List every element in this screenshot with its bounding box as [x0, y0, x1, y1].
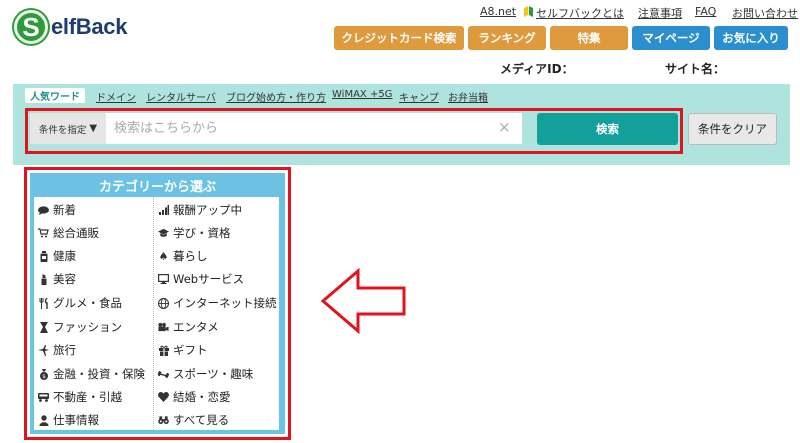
- category-label: 暮らし: [173, 249, 208, 263]
- logo-mark: S: [14, 10, 48, 44]
- category-item-travel[interactable]: 旅行: [38, 342, 76, 358]
- search-input[interactable]: [106, 113, 522, 144]
- category-item-beauty[interactable]: 美容: [38, 271, 76, 287]
- video-camera-icon: [158, 322, 169, 333]
- category-item-gourmet[interactable]: グルメ・食品: [38, 295, 122, 311]
- category-label: 仕事情報: [53, 413, 99, 427]
- selfback-logo[interactable]: S elfBack: [14, 10, 127, 44]
- category-label: 総合通販: [53, 226, 99, 240]
- category-item-gift[interactable]: ギフト: [158, 342, 208, 358]
- category-label: 金融・投資・保険: [53, 367, 145, 381]
- category-item-shopping[interactable]: 総合通販: [38, 225, 99, 241]
- gift-icon: [158, 345, 169, 356]
- lipstick-icon: [38, 273, 49, 285]
- globe-icon: [158, 297, 169, 309]
- graduation-cap-icon: [158, 228, 169, 239]
- category-label: エンタメ: [173, 320, 219, 334]
- nav-mypage[interactable]: マイページ: [632, 26, 710, 50]
- link-a8net[interactable]: A8.net: [480, 5, 516, 18]
- category-item-sports[interactable]: スポーツ・趣味: [158, 366, 253, 382]
- popular-word[interactable]: ドメイン: [96, 89, 136, 104]
- heart-icon: [158, 392, 169, 403]
- site-name-label: サイト名：: [665, 62, 726, 76]
- category-item-reward-up[interactable]: 報酬アップ中: [158, 202, 242, 218]
- category-divider: [153, 197, 154, 430]
- category-label: 美容: [53, 272, 76, 286]
- category-label: インターネット接続: [173, 296, 277, 310]
- popular-word[interactable]: ブログ始め方・作り方: [226, 89, 326, 104]
- nav-credit-card-search[interactable]: クレジットカード検索: [334, 26, 464, 50]
- category-item-real-estate[interactable]: 不動産・引越: [38, 389, 122, 405]
- dress-icon: [38, 321, 49, 333]
- category-label: すべて見る: [173, 413, 230, 427]
- category-item-health[interactable]: 健康: [38, 248, 76, 264]
- link-about-selfback[interactable]: セルフバックとは: [536, 5, 624, 21]
- link-notes[interactable]: 注意事項: [638, 5, 682, 21]
- monitor-icon: [158, 274, 169, 285]
- category-label: ファッション: [53, 320, 122, 334]
- dumbbell-icon: [158, 369, 169, 380]
- category-label: Webサービス: [173, 272, 245, 286]
- category-item-learning[interactable]: 学び・資格: [158, 225, 231, 241]
- category-item-web-services[interactable]: Webサービス: [158, 271, 244, 287]
- category-label: 不動産・引越: [53, 390, 122, 404]
- category-label: 旅行: [53, 343, 76, 357]
- clear-conditions-button[interactable]: 条件をクリア: [688, 113, 777, 145]
- binoculars-icon: [158, 415, 169, 426]
- category-item-internet[interactable]: インターネット接続: [158, 295, 277, 311]
- popular-words-label: 人気ワード: [25, 88, 85, 103]
- beginner-leaf-icon: [524, 6, 533, 20]
- truck-icon: [38, 392, 49, 403]
- speech-bubble-icon: [38, 205, 49, 216]
- shopping-cart-icon: [38, 228, 49, 239]
- spade-icon: ♠: [158, 249, 169, 263]
- triangle-down-icon: ▼: [89, 123, 98, 134]
- nav-ranking[interactable]: ランキング: [468, 26, 546, 50]
- search-button[interactable]: 検索: [537, 113, 678, 145]
- link-contact[interactable]: お問い合わせ: [732, 5, 798, 21]
- category-item-marriage[interactable]: 結婚・恋愛: [158, 389, 231, 405]
- category-item-living[interactable]: ♠ 暮らし: [158, 248, 208, 264]
- category-label: ギフト: [173, 343, 208, 357]
- nav-features[interactable]: 特集: [550, 26, 628, 50]
- bar-chart-icon: [158, 205, 169, 216]
- category-label: スポーツ・趣味: [173, 367, 254, 381]
- category-item-fashion[interactable]: ファッション: [38, 319, 122, 335]
- category-label: 結婚・恋愛: [173, 390, 231, 404]
- category-label: 報酬アップ中: [173, 203, 242, 217]
- category-item-jobs[interactable]: 仕事情報: [38, 412, 99, 428]
- media-id-label: メディアID：: [500, 62, 574, 76]
- category-label: 新着: [53, 203, 76, 217]
- category-item-entertainment[interactable]: エンタメ: [158, 319, 219, 335]
- popular-word[interactable]: キャンプ: [399, 89, 439, 104]
- category-item-new[interactable]: 新着: [38, 202, 76, 218]
- category-item-finance[interactable]: $ 金融・投資・保険: [38, 366, 145, 382]
- person-icon: [38, 414, 49, 426]
- clear-input-icon[interactable]: ×: [498, 118, 511, 136]
- condition-select-label: 条件を指定: [38, 124, 87, 136]
- pointing-arrow-icon: [320, 268, 406, 334]
- category-label: 学び・資格: [173, 226, 231, 240]
- money-bag-icon: $: [38, 368, 49, 380]
- fork-knife-icon: [38, 297, 49, 309]
- popular-word[interactable]: WiMAX +5G: [332, 89, 392, 100]
- category-panel-title: カテゴリーから選ぶ: [98, 180, 216, 195]
- airplane-icon: [38, 344, 49, 356]
- popular-word[interactable]: お弁当箱: [448, 89, 488, 104]
- nav-favorites[interactable]: お気に入り: [714, 26, 788, 50]
- logo-text: elfBack: [51, 14, 128, 39]
- category-label: 健康: [53, 249, 76, 263]
- category-item-view-all[interactable]: すべて見る: [158, 412, 229, 428]
- svg-text:$: $: [42, 374, 46, 380]
- link-faq[interactable]: FAQ: [695, 5, 716, 18]
- condition-select[interactable]: 条件を指定 ▼: [30, 113, 106, 144]
- popular-word[interactable]: レンタルサーバ: [146, 89, 216, 104]
- medicine-bottle-icon: [38, 250, 49, 262]
- category-label: グルメ・食品: [53, 296, 122, 310]
